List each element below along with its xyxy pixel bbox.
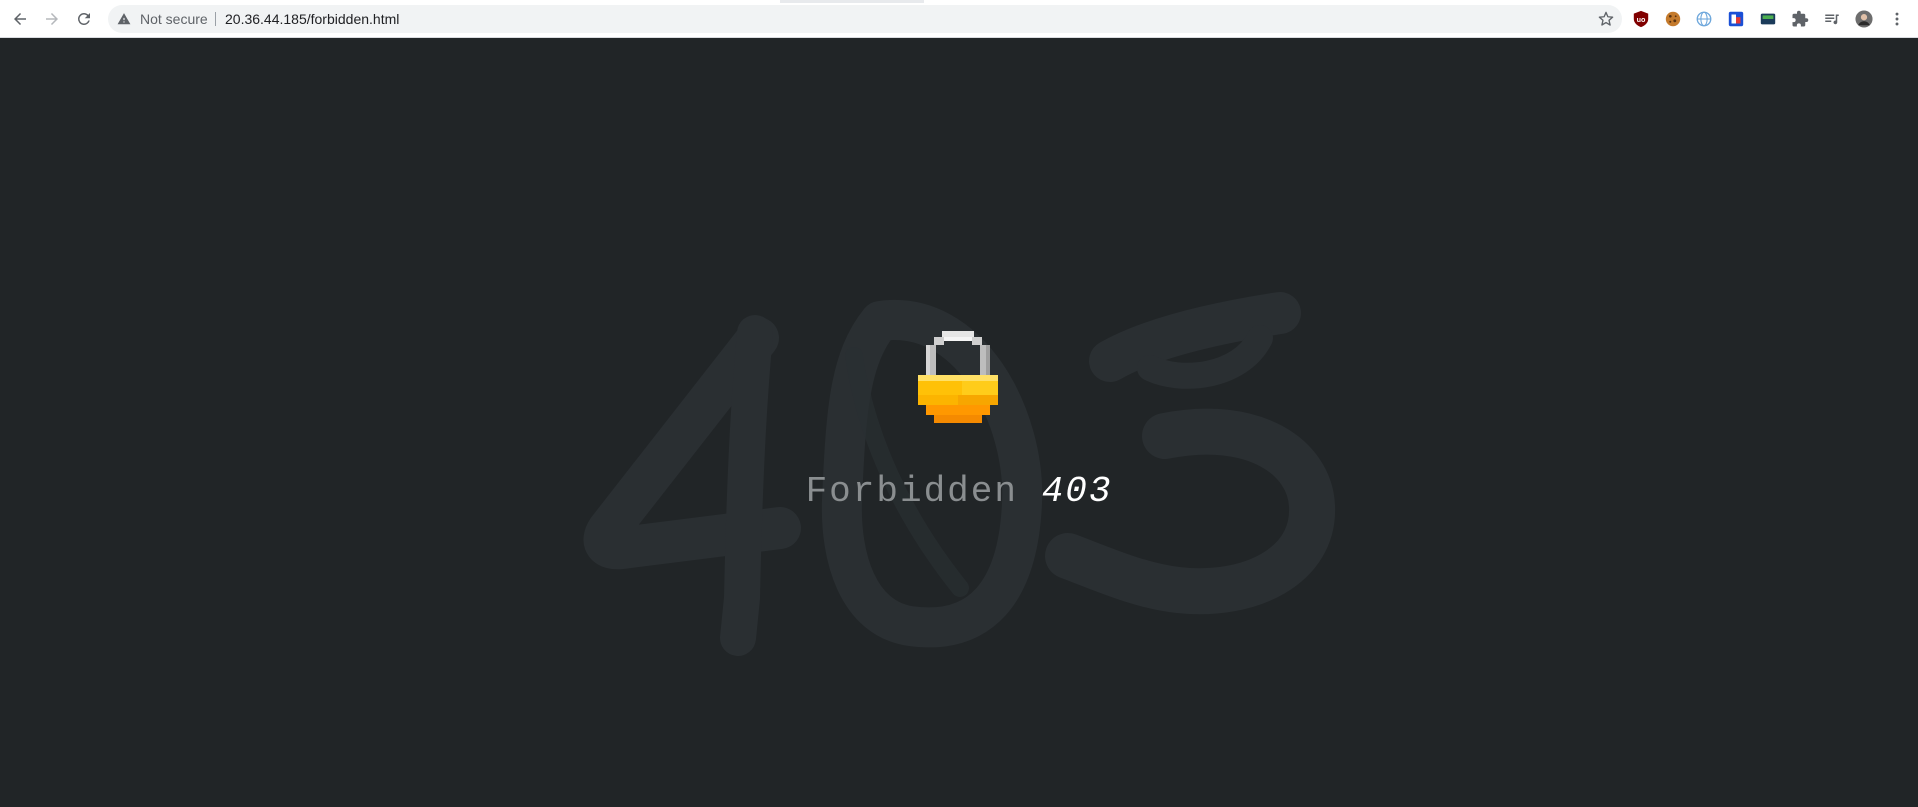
kebab-menu-icon[interactable] (1887, 9, 1907, 29)
flag-extension-icon[interactable] (1726, 9, 1746, 29)
forbidden-message: Forbidden 403 (0, 470, 1918, 514)
puzzle-piece-icon[interactable] (1790, 9, 1810, 29)
forward-button[interactable] (38, 5, 66, 33)
browser-toolbar: Not secure 20.36.44.185/forbidden.html u… (0, 0, 1918, 38)
cookie-icon[interactable] (1663, 9, 1683, 29)
forbidden-word: Forbidden (805, 471, 1018, 512)
page-content: Forbidden 403 (0, 38, 1918, 807)
profile-avatar[interactable] (1854, 9, 1874, 29)
globe-icon[interactable] (1694, 9, 1714, 29)
star-icon[interactable] (1598, 11, 1614, 27)
arrow-right-icon (46, 13, 58, 25)
status-code: 403 (1041, 471, 1113, 512)
security-status-label[interactable]: Not secure (140, 5, 208, 33)
padlock-icon (918, 331, 998, 423)
reload-button[interactable] (70, 5, 98, 33)
omnibox-divider (215, 12, 216, 26)
url-text[interactable]: 20.36.44.185/forbidden.html (225, 5, 399, 33)
tab-strip-edge (780, 0, 924, 3)
warning-triangle-icon[interactable] (117, 12, 131, 26)
arrow-left-icon (14, 13, 26, 25)
address-bar[interactable]: Not secure 20.36.44.185/forbidden.html (108, 5, 1622, 33)
svg-text:uo: uo (1637, 15, 1646, 24)
reload-icon (77, 12, 90, 25)
reading-list-icon[interactable] (1822, 9, 1842, 29)
ublock-origin-icon[interactable]: uo (1631, 9, 1651, 29)
screen-extension-icon[interactable] (1758, 9, 1778, 29)
back-button[interactable] (6, 5, 34, 33)
